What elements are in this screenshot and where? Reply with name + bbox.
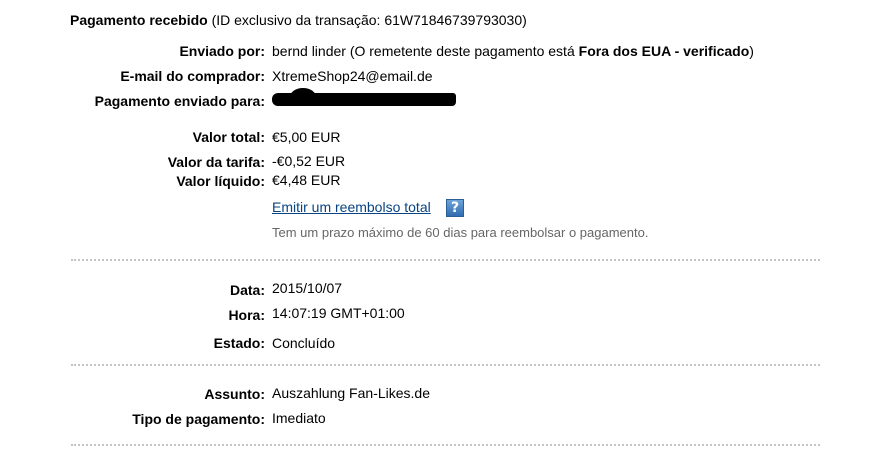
status-label: Estado: (213, 335, 265, 351)
total-amount-label: Valor total: (192, 129, 265, 145)
buyer-email-label: E-mail do comprador: (120, 68, 265, 84)
date-label: Data: (229, 282, 265, 298)
section-divider (71, 444, 820, 446)
section-divider (71, 364, 820, 366)
section-divider (71, 259, 820, 261)
net-amount-value: €4,48 EUR (272, 172, 341, 188)
help-icon[interactable]: ? (446, 199, 464, 217)
transaction-id-text: (ID exclusivo da transação: 61W718467397… (211, 12, 527, 28)
refund-link-wrapper: Emitir um reembolso total (272, 199, 431, 215)
subject-label: Assunto: (204, 386, 265, 402)
page-title: Pagamento recebido (70, 12, 208, 28)
payment-type-value: Imediato (272, 410, 326, 426)
buyer-email-value: XtremeShop24@email.de (272, 68, 433, 84)
time-value: 14:07:19 GMT+01:00 (272, 305, 405, 321)
sender-value: bernd linder (O remetente deste pagament… (272, 43, 754, 59)
sender-status-verified: Fora dos EUA - verificado (578, 43, 750, 59)
net-amount-label: Valor líquido: (176, 173, 265, 189)
transaction-header: Pagamento recebido (ID exclusivo da tran… (70, 12, 527, 28)
payment-type-label: Tipo de pagamento: (132, 411, 265, 427)
redacted-recipient-mark (290, 88, 316, 106)
sender-label: Enviado por: (179, 43, 265, 59)
time-label: Hora: (228, 307, 265, 323)
issue-full-refund-link[interactable]: Emitir um reembolso total (272, 199, 431, 215)
fee-amount-label: Valor da tarifa: (167, 154, 265, 170)
payment-sent-to-label: Pagamento enviado para: (94, 93, 265, 109)
sender-status-prefix: (O remetente deste pagamento está (349, 43, 575, 59)
subject-value: Auszahlung Fan-Likes.de (272, 385, 430, 401)
sender-name: bernd linder (272, 43, 346, 59)
status-value: Concluído (272, 335, 336, 351)
fee-amount-value: -€0,52 EUR (272, 153, 346, 169)
sender-status-suffix: ) (749, 43, 754, 59)
refund-deadline-note: Tem um prazo máximo de 60 dias para reem… (272, 225, 649, 240)
total-amount-value: €5,00 EUR (272, 129, 341, 145)
date-value: 2015/10/07 (272, 280, 343, 296)
